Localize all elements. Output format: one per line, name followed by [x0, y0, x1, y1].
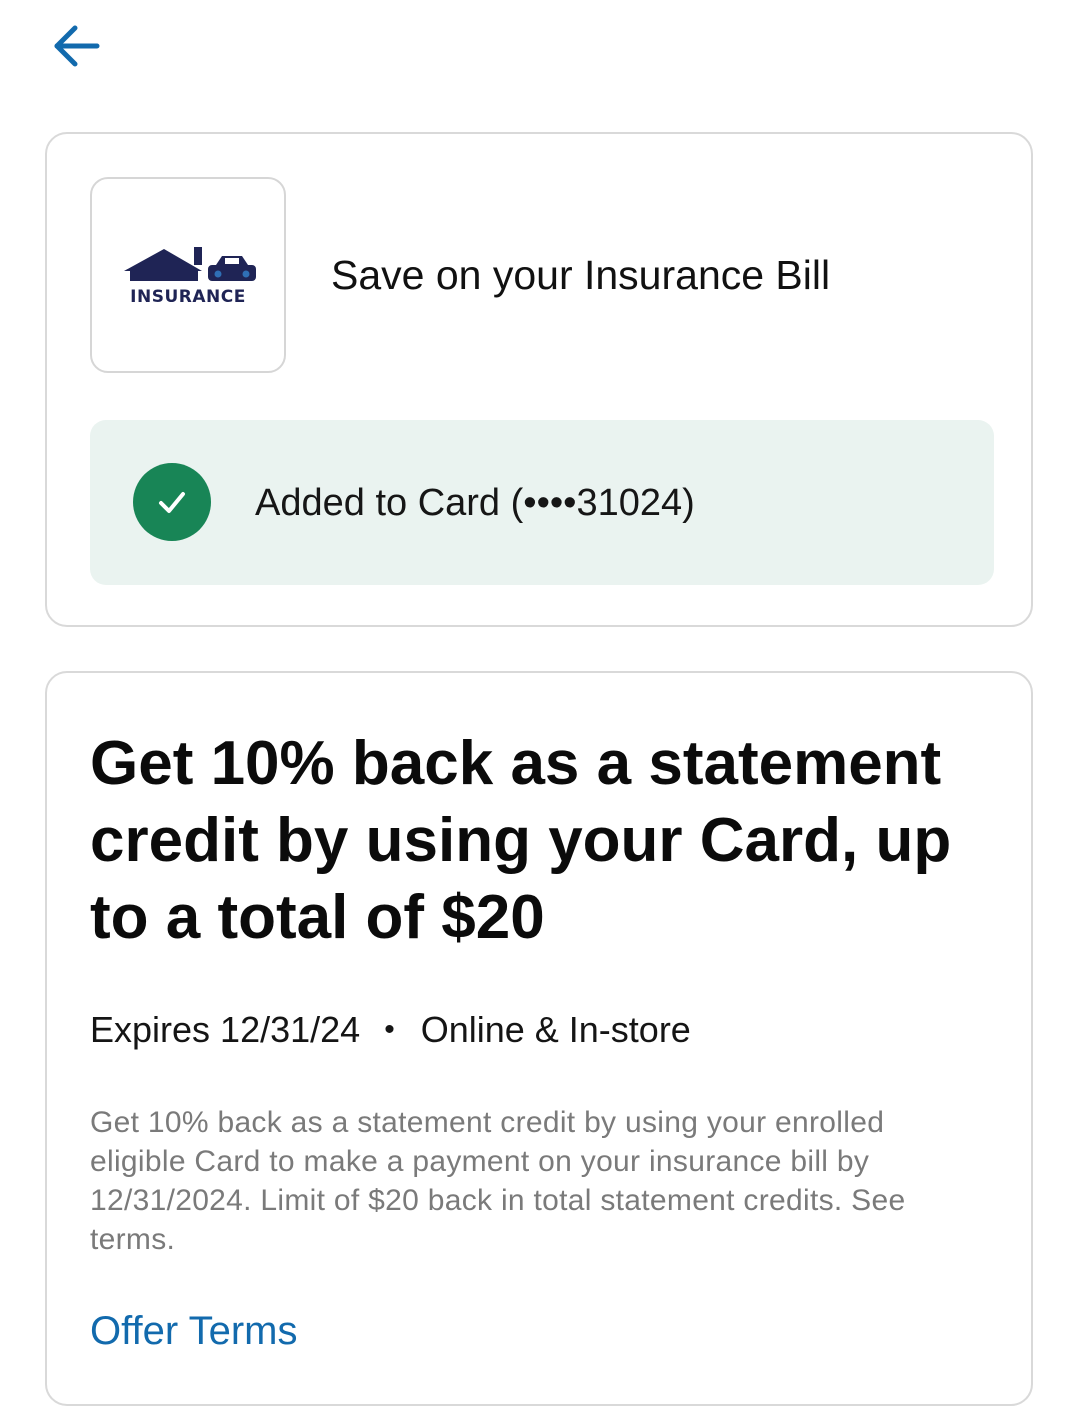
check-circle-icon	[133, 463, 211, 541]
offer-header-card: INSURANCE Save on your Insurance Bill Ad…	[45, 132, 1033, 627]
merchant-title: Save on your Insurance Bill	[331, 252, 831, 298]
offer-description: Get 10% back as a statement credit by us…	[90, 1106, 906, 1256]
offer-channel: Online & In-store	[420, 1009, 691, 1050]
logo-wordmark: INSURANCE	[130, 287, 246, 307]
offer-details-card: Get 10% back as a statement credit by us…	[45, 671, 1033, 1406]
expiration-date: Expires 12/31/24	[90, 1009, 361, 1050]
meta-separator: •	[384, 1013, 395, 1046]
offer-meta: Expires 12/31/24 • Online & In-store	[90, 1009, 691, 1051]
added-to-card-banner: Added to Card (••••31024)	[90, 420, 994, 585]
offer-terms-link[interactable]: Offer Terms	[90, 1309, 297, 1354]
back-button[interactable]	[44, 18, 108, 74]
merchant-logo: INSURANCE	[90, 177, 286, 373]
added-to-card-text: Added to Card (••••31024)	[255, 482, 695, 524]
offer-headline: Get 10% back as a statement credit by us…	[90, 729, 952, 952]
house-car-logo-icon	[124, 247, 256, 281]
arrow-left-icon	[54, 25, 100, 67]
